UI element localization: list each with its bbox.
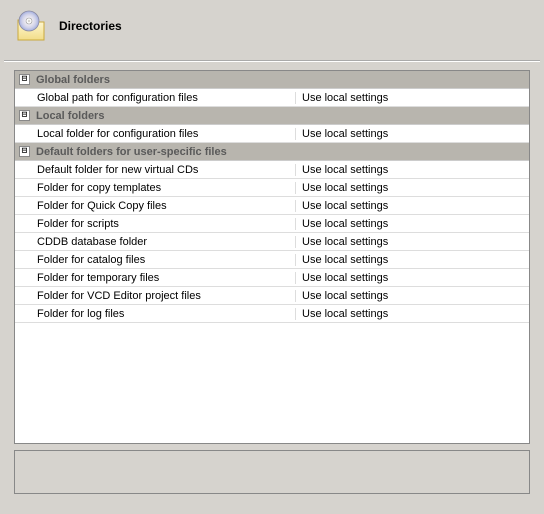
property-row[interactable]: Folder for log filesUse local settings bbox=[15, 305, 529, 323]
property-label: Folder for Quick Copy files bbox=[15, 200, 295, 212]
collapse-icon[interactable]: ⊟ bbox=[19, 146, 30, 157]
property-label: CDDB database folder bbox=[15, 236, 295, 248]
collapse-icon[interactable]: ⊟ bbox=[19, 110, 30, 121]
property-label: Default folder for new virtual CDs bbox=[15, 164, 295, 176]
directories-grid: ⊟ Global folders Global path for configura… bbox=[14, 70, 530, 444]
property-row[interactable]: Local folder for configuration filesUse … bbox=[15, 125, 529, 143]
page-header: Directories bbox=[0, 0, 544, 60]
section-title: Local folders bbox=[36, 110, 104, 122]
property-row[interactable]: Folder for catalog filesUse local settin… bbox=[15, 251, 529, 269]
section-header[interactable]: ⊟ Global folders bbox=[15, 71, 529, 89]
property-label: Folder for scripts bbox=[15, 218, 295, 230]
section-header[interactable]: ⊟ Local folders bbox=[15, 107, 529, 125]
property-row[interactable]: Folder for copy templatesUse local setti… bbox=[15, 179, 529, 197]
property-value[interactable]: Use local settings bbox=[295, 164, 529, 176]
property-label: Folder for log files bbox=[15, 308, 295, 320]
property-label: Folder for temporary files bbox=[15, 272, 295, 284]
property-value[interactable]: Use local settings bbox=[295, 200, 529, 212]
property-value[interactable]: Use local settings bbox=[295, 218, 529, 230]
property-value[interactable]: Use local settings bbox=[295, 236, 529, 248]
grid-empty-area bbox=[15, 323, 529, 443]
property-row[interactable]: CDDB database folderUse local settings bbox=[15, 233, 529, 251]
property-label: Folder for copy templates bbox=[15, 182, 295, 194]
property-row[interactable]: Folder for scriptsUse local settings bbox=[15, 215, 529, 233]
property-row[interactable]: Default folder for new virtual CDsUse lo… bbox=[15, 161, 529, 179]
cd-folder-icon bbox=[15, 10, 47, 42]
property-value[interactable]: Use local settings bbox=[295, 182, 529, 194]
property-label: Global path for configuration files bbox=[15, 92, 295, 104]
property-label: Local folder for configuration files bbox=[15, 128, 295, 140]
section-title: Default folders for user-specific files bbox=[36, 146, 227, 158]
property-row[interactable]: Folder for Quick Copy filesUse local set… bbox=[15, 197, 529, 215]
property-value[interactable]: Use local settings bbox=[295, 272, 529, 284]
collapse-icon[interactable]: ⊟ bbox=[19, 74, 30, 85]
page-title: Directories bbox=[59, 19, 122, 33]
property-value[interactable]: Use local settings bbox=[295, 290, 529, 302]
property-label: Folder for catalog files bbox=[15, 254, 295, 266]
property-value[interactable]: Use local settings bbox=[295, 254, 529, 266]
property-row[interactable]: Folder for VCD Editor project filesUse l… bbox=[15, 287, 529, 305]
header-separator bbox=[4, 60, 540, 62]
property-row[interactable]: Folder for temporary filesUse local sett… bbox=[15, 269, 529, 287]
description-panel bbox=[14, 450, 530, 494]
property-value[interactable]: Use local settings bbox=[295, 128, 529, 140]
property-row[interactable]: Global path for configuration filesUse l… bbox=[15, 89, 529, 107]
section-title: Global folders bbox=[36, 74, 110, 86]
property-label: Folder for VCD Editor project files bbox=[15, 290, 295, 302]
section-header[interactable]: ⊟ Default folders for user-specific files bbox=[15, 143, 529, 161]
property-value[interactable]: Use local settings bbox=[295, 92, 529, 104]
property-value[interactable]: Use local settings bbox=[295, 308, 529, 320]
